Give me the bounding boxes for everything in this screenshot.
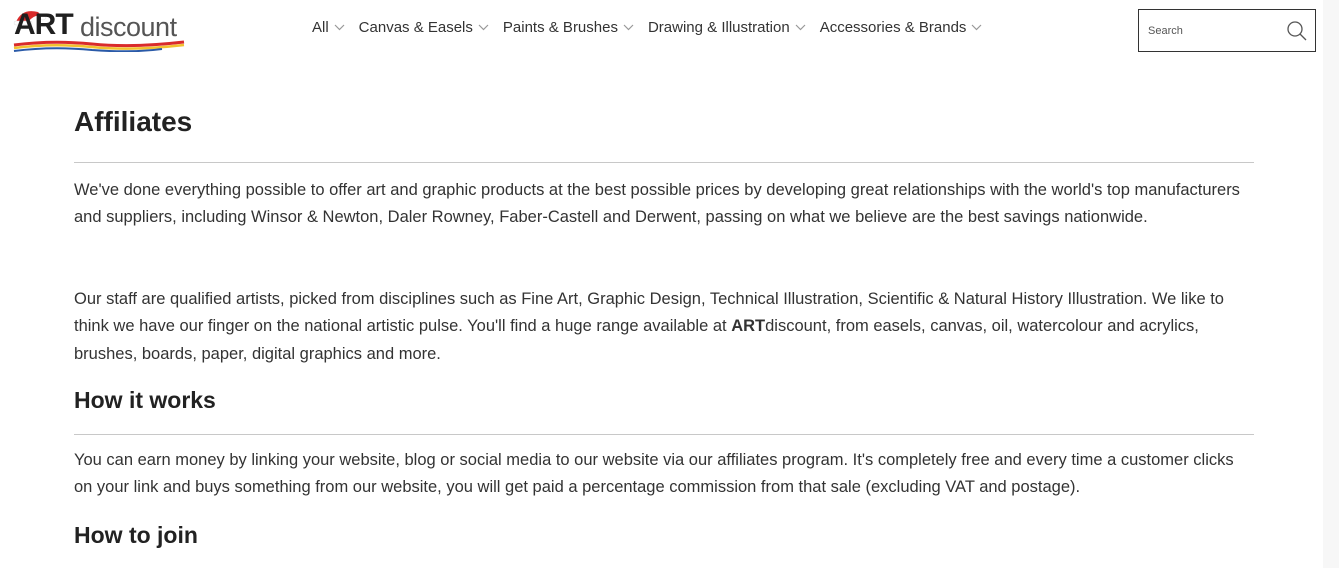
nav-all[interactable]: All bbox=[312, 19, 345, 36]
intro-paragraph-1: We've done everything possible to offer … bbox=[74, 181, 1240, 227]
chevron-down-icon bbox=[334, 24, 345, 31]
how-it-works-paragraph: You can earn money by linking your websi… bbox=[74, 451, 1234, 497]
nav-accessories-brands[interactable]: Accessories & Brands bbox=[820, 19, 983, 36]
main-nav: All Canvas & Easels Paints & Brushes Dra… bbox=[312, 19, 996, 36]
intro-2-brand-bold: ART bbox=[731, 317, 766, 336]
intro-2-brand-rest: discount bbox=[765, 317, 827, 336]
search-box bbox=[1138, 9, 1316, 52]
search-input[interactable] bbox=[1148, 22, 1278, 40]
nav-paints-brushes-label: Paints & Brushes bbox=[502, 19, 618, 36]
chevron-down-icon bbox=[795, 24, 806, 31]
title-divider bbox=[74, 162, 1254, 163]
how-it-works-divider bbox=[74, 434, 1254, 435]
nav-all-label: All bbox=[312, 19, 329, 36]
nav-drawing-illustration-label: Drawing & Illustration bbox=[647, 19, 790, 36]
page-scrollbar[interactable] bbox=[1323, 0, 1339, 568]
how-it-works-heading: How it works bbox=[74, 387, 216, 413]
nav-accessories-brands-label: Accessories & Brands bbox=[819, 19, 967, 36]
logo-swoosh bbox=[13, 40, 185, 52]
intro-paragraph-2: Our staff are qualified artists, picked … bbox=[74, 286, 1254, 368]
page-title: Affiliates bbox=[74, 106, 193, 137]
nav-paints-brushes[interactable]: Paints & Brushes bbox=[503, 19, 634, 36]
how-to-join-heading: How to join bbox=[74, 522, 198, 548]
search-icon[interactable] bbox=[1286, 20, 1308, 42]
nav-canvas-easels-label: Canvas & Easels bbox=[358, 19, 473, 36]
nav-drawing-illustration[interactable]: Drawing & Illustration bbox=[648, 19, 806, 36]
artdiscount-logo[interactable]: ART discount bbox=[12, 6, 192, 56]
site-header: ART discount All Canvas & Easels Paints … bbox=[0, 0, 1339, 60]
chevron-down-icon bbox=[478, 24, 489, 31]
chevron-down-icon bbox=[972, 24, 982, 31]
chevron-down-icon bbox=[623, 24, 634, 31]
nav-canvas-easels[interactable]: Canvas & Easels bbox=[359, 19, 489, 36]
